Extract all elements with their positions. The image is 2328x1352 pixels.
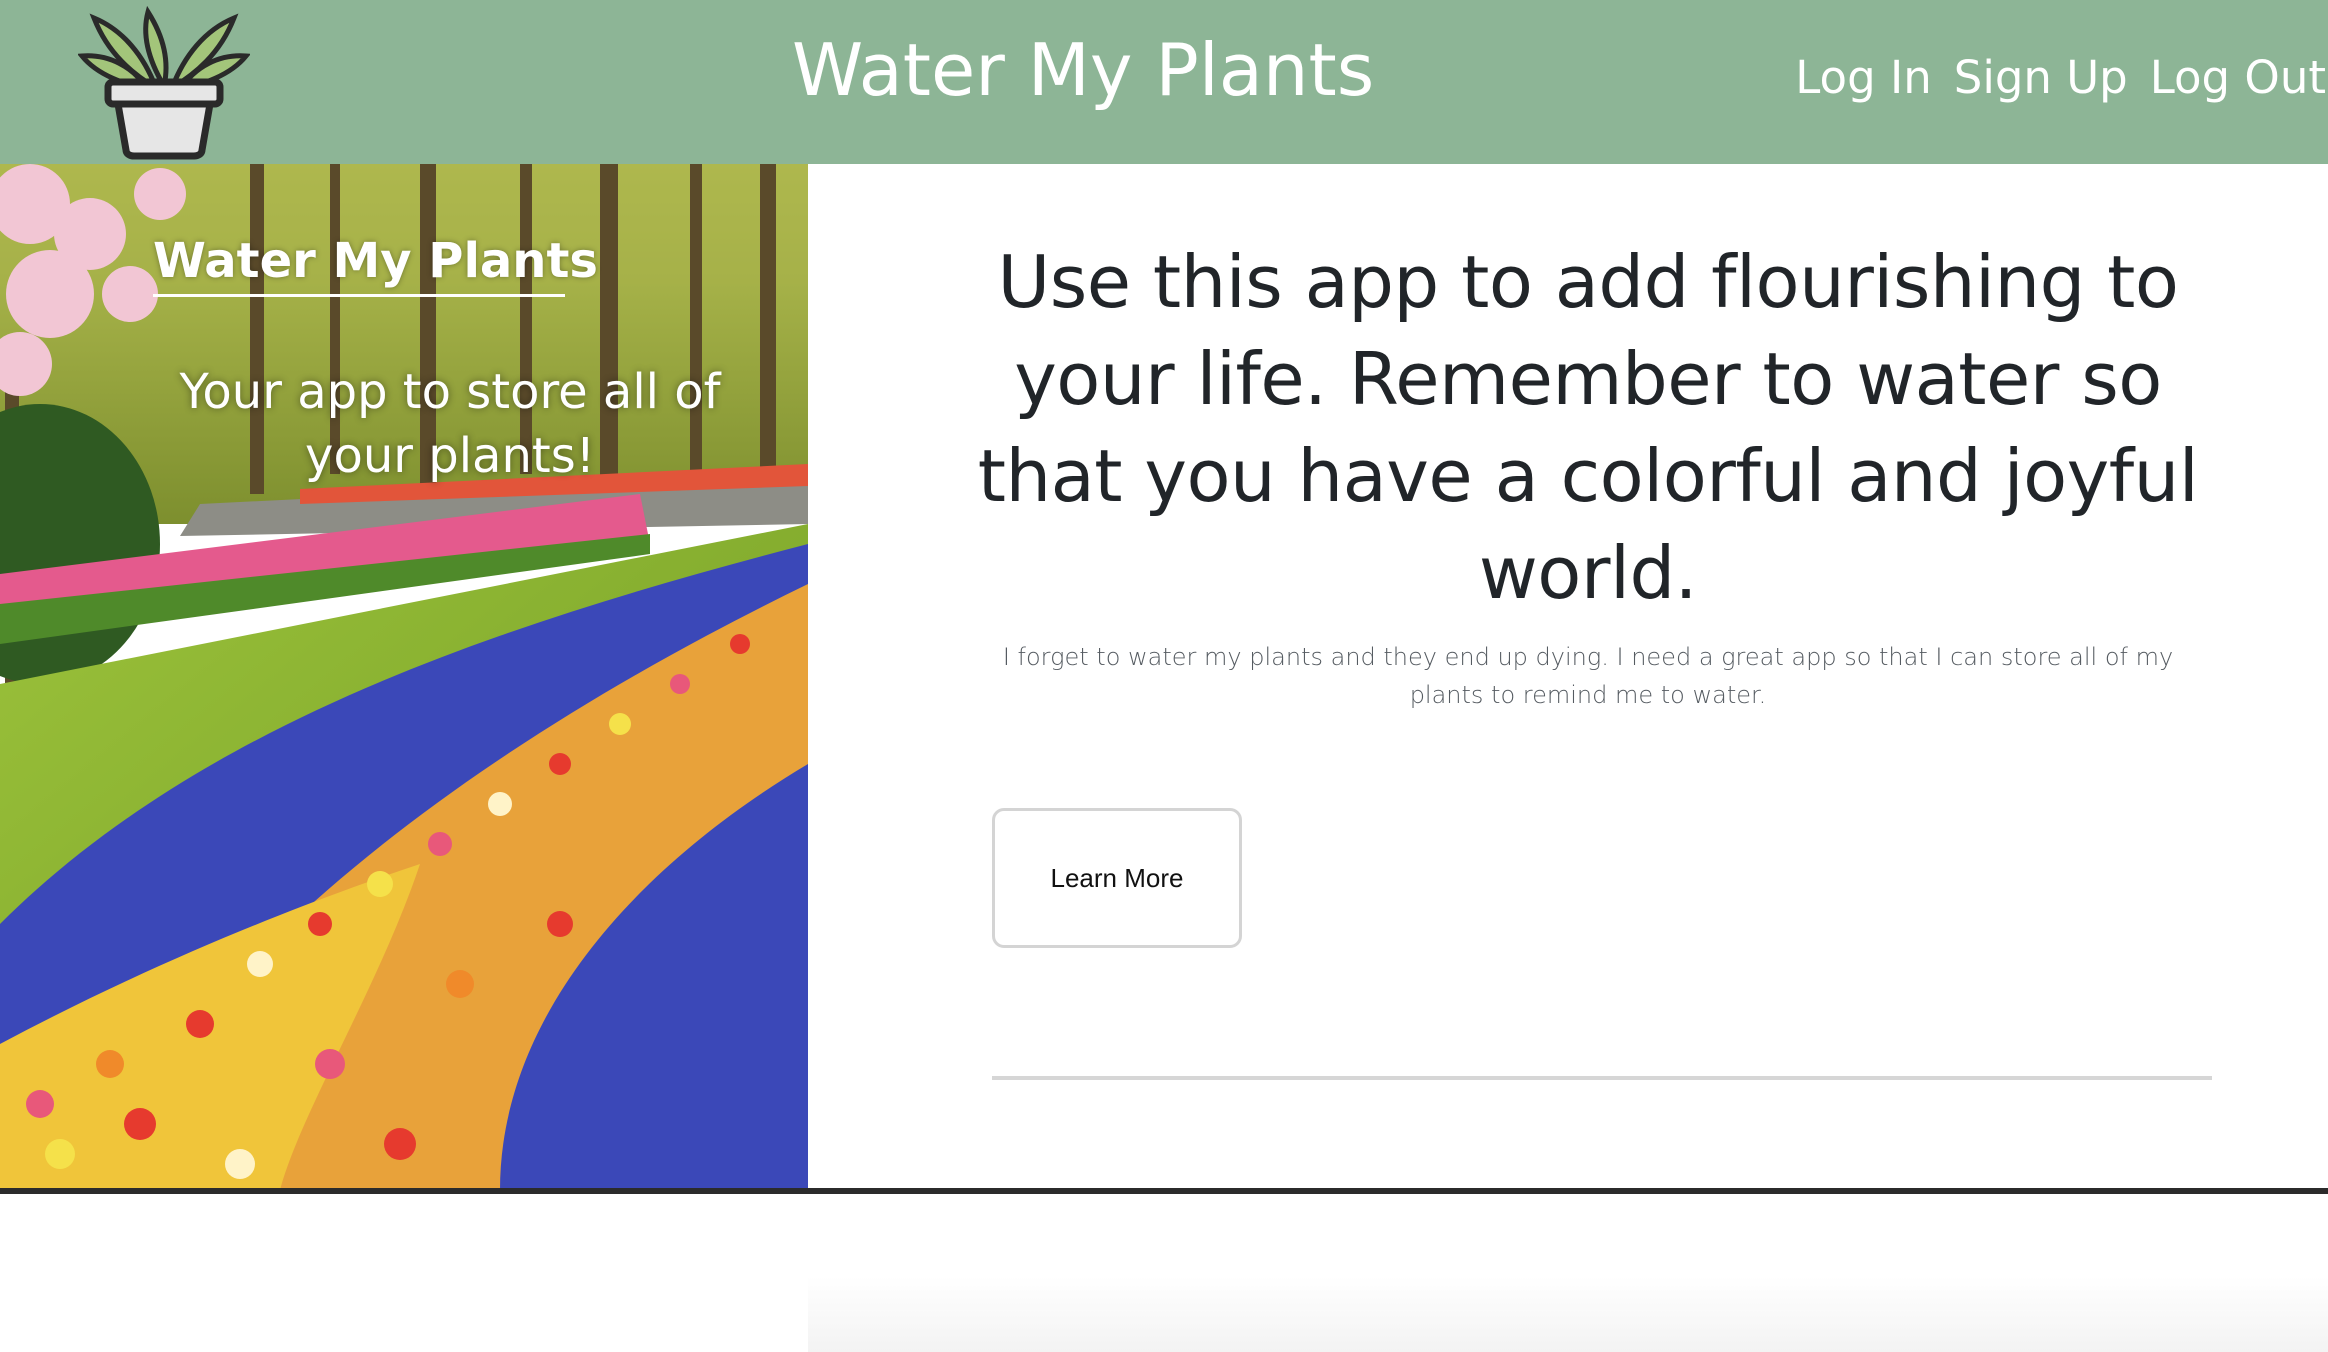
site-title[interactable]: Water My Plants bbox=[792, 22, 1374, 118]
hero-title: Water My Plants bbox=[153, 228, 598, 297]
hero-subtitle: Your app to store all of your plants! bbox=[179, 364, 721, 484]
potted-plant-icon[interactable] bbox=[77, 4, 251, 160]
footer-fade bbox=[808, 1276, 2328, 1352]
main-content: Use this app to add flourishing to your … bbox=[808, 164, 2328, 1352]
tulip-garden-photo bbox=[0, 164, 808, 1190]
window-bottom-edge bbox=[0, 1188, 2328, 1194]
nav-logout-link[interactable]: Log Out bbox=[2150, 46, 2326, 110]
lead-paragraph: I forget to water my plants and they end… bbox=[1002, 643, 2174, 709]
learn-more-button[interactable]: Learn More bbox=[992, 808, 1242, 948]
section-divider bbox=[992, 1076, 2212, 1080]
hero-panel: Water My Plants Your app to store all of… bbox=[0, 164, 808, 1190]
main-nav: Log In Sign Up Log Out bbox=[1795, 46, 2326, 110]
site-header: Water My Plants Log In Sign Up Log Out bbox=[0, 0, 2328, 164]
main-headline: Use this app to add flourishing to your … bbox=[977, 240, 2199, 615]
nav-login-link[interactable]: Log In bbox=[1795, 46, 1931, 110]
nav-signup-link[interactable]: Sign Up bbox=[1954, 46, 2128, 110]
